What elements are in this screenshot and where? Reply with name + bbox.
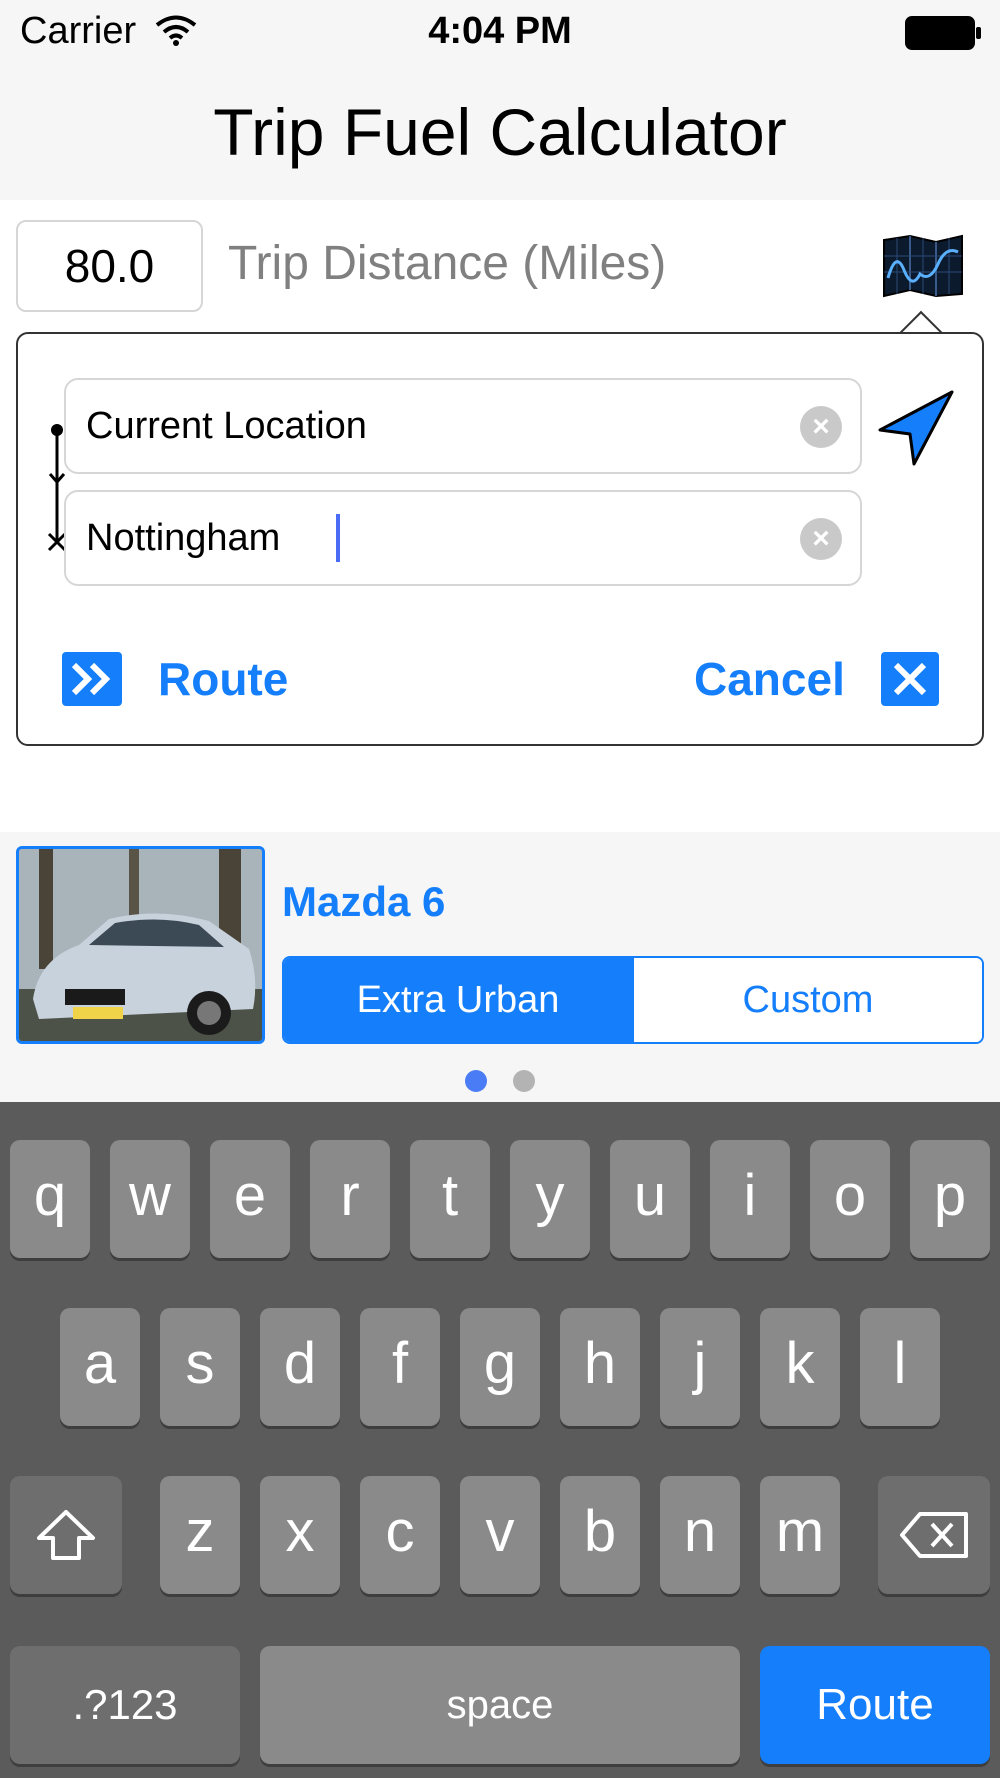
key-r[interactable]: r xyxy=(310,1140,390,1258)
key-t[interactable]: t xyxy=(410,1140,490,1258)
key-v[interactable]: v xyxy=(460,1476,540,1594)
text-cursor xyxy=(336,514,340,562)
key-a[interactable]: a xyxy=(60,1308,140,1426)
map-icon[interactable] xyxy=(882,234,964,298)
key-z[interactable]: z xyxy=(160,1476,240,1594)
car-name[interactable]: Mazda 6 xyxy=(282,878,445,926)
key-e[interactable]: e xyxy=(210,1140,290,1258)
key-f[interactable]: f xyxy=(360,1308,440,1426)
key-j[interactable]: j xyxy=(660,1308,740,1426)
key-o[interactable]: o xyxy=(810,1140,890,1258)
trip-distance-field[interactable]: 80.0 xyxy=(16,220,203,312)
clear-to-icon[interactable]: × xyxy=(800,518,842,560)
space-key[interactable]: space xyxy=(260,1646,740,1764)
fast-forward-icon xyxy=(62,652,122,706)
key-m[interactable]: m xyxy=(760,1476,840,1594)
page-title: Trip Fuel Calculator xyxy=(213,95,787,169)
status-time: 4:04 PM xyxy=(428,10,572,52)
key-l[interactable]: l xyxy=(860,1308,940,1426)
page-dot-2[interactable] xyxy=(513,1070,535,1092)
fuel-mode-segmented-control[interactable]: Extra Urban Custom xyxy=(282,956,984,1044)
key-q[interactable]: q xyxy=(10,1140,90,1258)
close-icon xyxy=(880,652,939,706)
page-dot-1[interactable] xyxy=(465,1070,487,1092)
clear-from-icon[interactable]: × xyxy=(800,406,842,448)
car-selector: Mazda 6 Extra Urban Custom xyxy=(0,832,1000,1102)
key-d[interactable]: d xyxy=(260,1308,340,1426)
navigation-bar: Trip Fuel Calculator xyxy=(0,62,1000,200)
key-y[interactable]: y xyxy=(510,1140,590,1258)
segment-extra-urban[interactable]: Extra Urban xyxy=(284,958,632,1042)
battery-icon xyxy=(905,16,981,50)
route-button[interactable]: Route xyxy=(62,644,288,714)
key-x[interactable]: x xyxy=(260,1476,340,1594)
key-i[interactable]: i xyxy=(710,1140,790,1258)
cancel-button-label: Cancel xyxy=(694,653,845,705)
from-location-input[interactable] xyxy=(86,380,766,472)
trip-content: 80.0 Trip Distance (Miles) × × xyxy=(0,200,1000,832)
key-g[interactable]: g xyxy=(460,1308,540,1426)
numbers-key[interactable]: .?123 xyxy=(10,1646,240,1764)
status-bar: Carrier 4:04 PM xyxy=(0,0,1000,62)
key-w[interactable]: w xyxy=(110,1140,190,1258)
car-photo[interactable] xyxy=(16,846,265,1044)
key-s[interactable]: s xyxy=(160,1308,240,1426)
return-route-key[interactable]: Route xyxy=(760,1646,990,1764)
backspace-icon xyxy=(900,1512,968,1558)
from-location-field[interactable]: × xyxy=(64,378,862,474)
key-u[interactable]: u xyxy=(610,1140,690,1258)
key-c[interactable]: c xyxy=(360,1476,440,1594)
key-n[interactable]: n xyxy=(660,1476,740,1594)
to-location-input[interactable] xyxy=(86,492,766,584)
page-control[interactable] xyxy=(0,1070,1000,1092)
key-h[interactable]: h xyxy=(560,1308,640,1426)
trip-distance-label: Trip Distance (Miles) xyxy=(228,237,667,290)
route-popover: × × Route Cancel xyxy=(16,332,984,746)
shift-icon xyxy=(37,1510,95,1560)
cancel-button[interactable]: Cancel xyxy=(694,644,939,714)
location-arrow-icon[interactable] xyxy=(870,384,960,474)
key-k[interactable]: k xyxy=(760,1308,840,1426)
route-button-label: Route xyxy=(158,653,289,705)
key-p[interactable]: p xyxy=(910,1140,990,1258)
to-location-field[interactable]: × xyxy=(64,490,862,586)
shift-key[interactable] xyxy=(10,1476,122,1594)
keyboard: q w e r t y u i o p a s d f g h j k l z … xyxy=(0,1102,1000,1778)
key-b[interactable]: b xyxy=(560,1476,640,1594)
delete-key[interactable] xyxy=(878,1476,990,1594)
segment-custom[interactable]: Custom xyxy=(632,958,982,1042)
